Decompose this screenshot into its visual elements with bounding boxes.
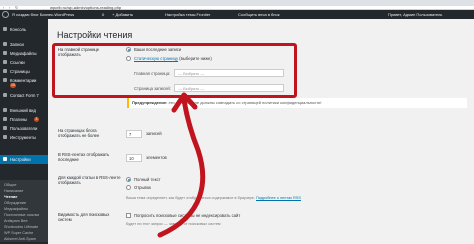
annotation-arrow bbox=[157, 92, 206, 238]
screenshot-root: ‹ › ↻ wpcrib.ru/wp-admin/options-reading… bbox=[0, 0, 474, 244]
